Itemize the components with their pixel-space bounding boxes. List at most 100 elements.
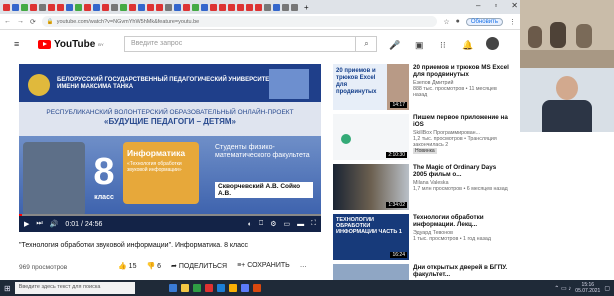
video-time: 0:01 / 24:56	[65, 220, 103, 228]
tab-favicon-icon[interactable]	[273, 3, 280, 11]
tab-favicon-icon[interactable]	[147, 3, 154, 11]
forward-icon[interactable]: →	[17, 18, 24, 25]
video-thumbnail[interactable]: 2:10:30	[333, 114, 409, 160]
video-thumbnail[interactable]: 20 приемов и трюков Excel для продвинуты…	[333, 64, 409, 110]
reload-icon[interactable]: ⟳	[30, 18, 36, 26]
youtube-logo[interactable]: YouTube BY	[38, 39, 104, 50]
tab-favicon-icon[interactable]	[102, 3, 109, 11]
miniplayer-icon[interactable]: ▭	[283, 220, 290, 228]
create-video-icon[interactable]: ▣	[415, 40, 424, 51]
person-icon	[576, 24, 592, 48]
apps-icon[interactable]: ⁝⁝	[440, 40, 446, 51]
video-thumbnail[interactable]	[333, 264, 409, 280]
tab-favicon-icon[interactable]	[66, 3, 73, 11]
close-window-button[interactable]: ✕	[511, 1, 518, 10]
app-icon[interactable]	[204, 284, 213, 292]
recommendation-title[interactable]: 20 приемов и трюков MS Excel для продвин…	[413, 64, 509, 78]
tab-favicon-icon[interactable]	[237, 3, 244, 11]
app-icon[interactable]	[192, 284, 201, 292]
fullscreen-icon[interactable]: ⛶	[311, 220, 316, 228]
hamburger-menu-icon[interactable]: ≡	[14, 39, 19, 49]
tab-favicon-icon[interactable]	[57, 3, 64, 11]
video-thumbnail[interactable]: 1:34:02	[333, 164, 409, 210]
recommendation-title[interactable]: Пишем первое приложение на iOS	[413, 114, 509, 128]
theater-mode-icon[interactable]: ▬	[297, 221, 304, 228]
microphone-icon[interactable]: 🎤	[389, 40, 400, 51]
task-view-icon[interactable]	[168, 284, 177, 292]
tab-favicon-icon[interactable]	[246, 3, 253, 11]
notifications-icon[interactable]: ▢	[604, 285, 610, 292]
settings-gear-icon[interactable]: ⚙	[270, 220, 276, 228]
tab-favicon-icon[interactable]	[3, 3, 10, 11]
update-button[interactable]: Обновить	[465, 17, 503, 26]
tab-favicon-icon[interactable]	[39, 3, 46, 11]
tab-favicon-icon[interactable]	[120, 3, 127, 11]
maximize-button[interactable]: ▫	[494, 1, 497, 10]
tab-favicon-icon[interactable]	[183, 3, 190, 11]
notifications-bell-icon[interactable]: 🔔	[462, 40, 473, 51]
menu-icon[interactable]: ⋮	[509, 18, 516, 26]
tab-favicon-icon[interactable]	[264, 3, 271, 11]
play-icon[interactable]: ▶	[24, 220, 29, 228]
share-button[interactable]: ➦ ПОДЕЛИТЬСЯ	[171, 262, 227, 270]
list-item[interactable]: 1:34:02 The Magic of Ordinary Days 2005 …	[333, 164, 508, 214]
url-field[interactable]: 🔒 youtube.com/watch?v=NGvmYhW5hMk&featur…	[41, 16, 438, 27]
volume-icon[interactable]: 🔊	[50, 220, 59, 228]
youtube-header: ≡ YouTube BY Введите запрос ⌕ 🎤 ▣ ⁝⁝ 🔔	[0, 31, 520, 57]
dislike-button[interactable]: 👎 6	[146, 262, 161, 270]
tab-favicon-icon[interactable]	[291, 3, 298, 11]
tab-favicon-icon[interactable]	[165, 3, 172, 11]
tab-favicon-icon[interactable]	[255, 3, 262, 11]
avatar[interactable]	[486, 37, 499, 50]
recommendation-title[interactable]: The Magic of Ordinary Days 2005 фильм о.…	[413, 164, 509, 178]
tab-favicon-icon[interactable]	[21, 3, 28, 11]
video-thumbnail[interactable]: ТЕХНОЛОГИИ ОБРАБОТКИ ИНФОРМАЦИИ ЧАСТЬ 1 …	[333, 214, 409, 260]
next-icon[interactable]: ⏭	[36, 220, 42, 228]
app-icon[interactable]	[216, 284, 225, 292]
explorer-icon[interactable]	[180, 284, 189, 292]
tab-favicon-icon[interactable]	[84, 3, 91, 11]
recommendation-title[interactable]: Технологии обработки информации. Лекц...	[413, 214, 509, 228]
windows-start-icon[interactable]: ⊞	[4, 284, 11, 293]
subtitles-icon[interactable]: ⎕	[259, 220, 263, 228]
tab-favicon-icon[interactable]	[12, 3, 19, 11]
back-icon[interactable]: ←	[4, 18, 11, 25]
taskbar-search-input[interactable]: Введите здесь текст для поиска	[14, 282, 135, 294]
search-input[interactable]: Введите запрос	[124, 36, 377, 52]
video-player[interactable]: БЕЛОРУССКИЙ ГОСУДАРСТВЕННЫЙ ПЕДАГОГИЧЕСК…	[19, 64, 321, 232]
list-item[interactable]: 2:10:30 Пишем первое приложение на iOS S…	[333, 114, 508, 164]
save-button[interactable]: ≡+ СОХРАНИТЬ	[237, 262, 290, 270]
star-icon[interactable]: ☆	[443, 18, 449, 26]
tab-favicon-icon[interactable]	[156, 3, 163, 11]
tab-favicon-icon[interactable]	[75, 3, 82, 11]
list-item[interactable]: Дни открытых дверей в БГПУ. факультет...	[333, 264, 508, 280]
new-tab-button[interactable]: +	[304, 3, 309, 12]
list-item[interactable]: 20 приемов и трюков Excel для продвинуты…	[333, 64, 509, 114]
like-button[interactable]: 👍 15	[118, 262, 136, 270]
tab-favicon-icon[interactable]	[138, 3, 145, 11]
search-button[interactable]: ⌕	[355, 36, 377, 52]
app-icon[interactable]	[252, 284, 261, 292]
minimize-button[interactable]: –	[476, 1, 480, 10]
clock[interactable]: 15:16 05.07.2021	[575, 282, 600, 294]
app-icon[interactable]	[240, 284, 249, 292]
tab-favicon-icon[interactable]	[210, 3, 217, 11]
tab-favicon-icon[interactable]	[174, 3, 181, 11]
list-item[interactable]: ТЕХНОЛОГИИ ОБРАБОТКИ ИНФОРМАЦИИ ЧАСТЬ 1 …	[333, 214, 508, 264]
tab-favicon-icon[interactable]	[93, 3, 100, 11]
tab-favicon-icon[interactable]	[192, 3, 199, 11]
more-options-icon[interactable]: …	[300, 262, 307, 270]
tab-favicon-icon[interactable]	[228, 3, 235, 11]
chrome-icon[interactable]	[228, 284, 237, 292]
recommendation-title[interactable]: Дни открытых дверей в БГПУ. факультет...	[413, 264, 509, 278]
tab-favicon-icon[interactable]	[48, 3, 55, 11]
tab-favicon-icon[interactable]	[219, 3, 226, 11]
tab-favicon-icon[interactable]	[129, 3, 136, 11]
tab-favicon-icon[interactable]	[111, 3, 118, 11]
tray-icons[interactable]: ⌃ ▭ ♪	[554, 285, 571, 292]
tab-favicon-icon[interactable]	[30, 3, 37, 11]
autoplay-toggle[interactable]: ◐	[248, 221, 252, 228]
profile-icon[interactable]: ●	[456, 18, 460, 25]
tab-favicon-icon[interactable]	[201, 3, 208, 11]
tab-favicon-icon[interactable]	[282, 3, 289, 11]
